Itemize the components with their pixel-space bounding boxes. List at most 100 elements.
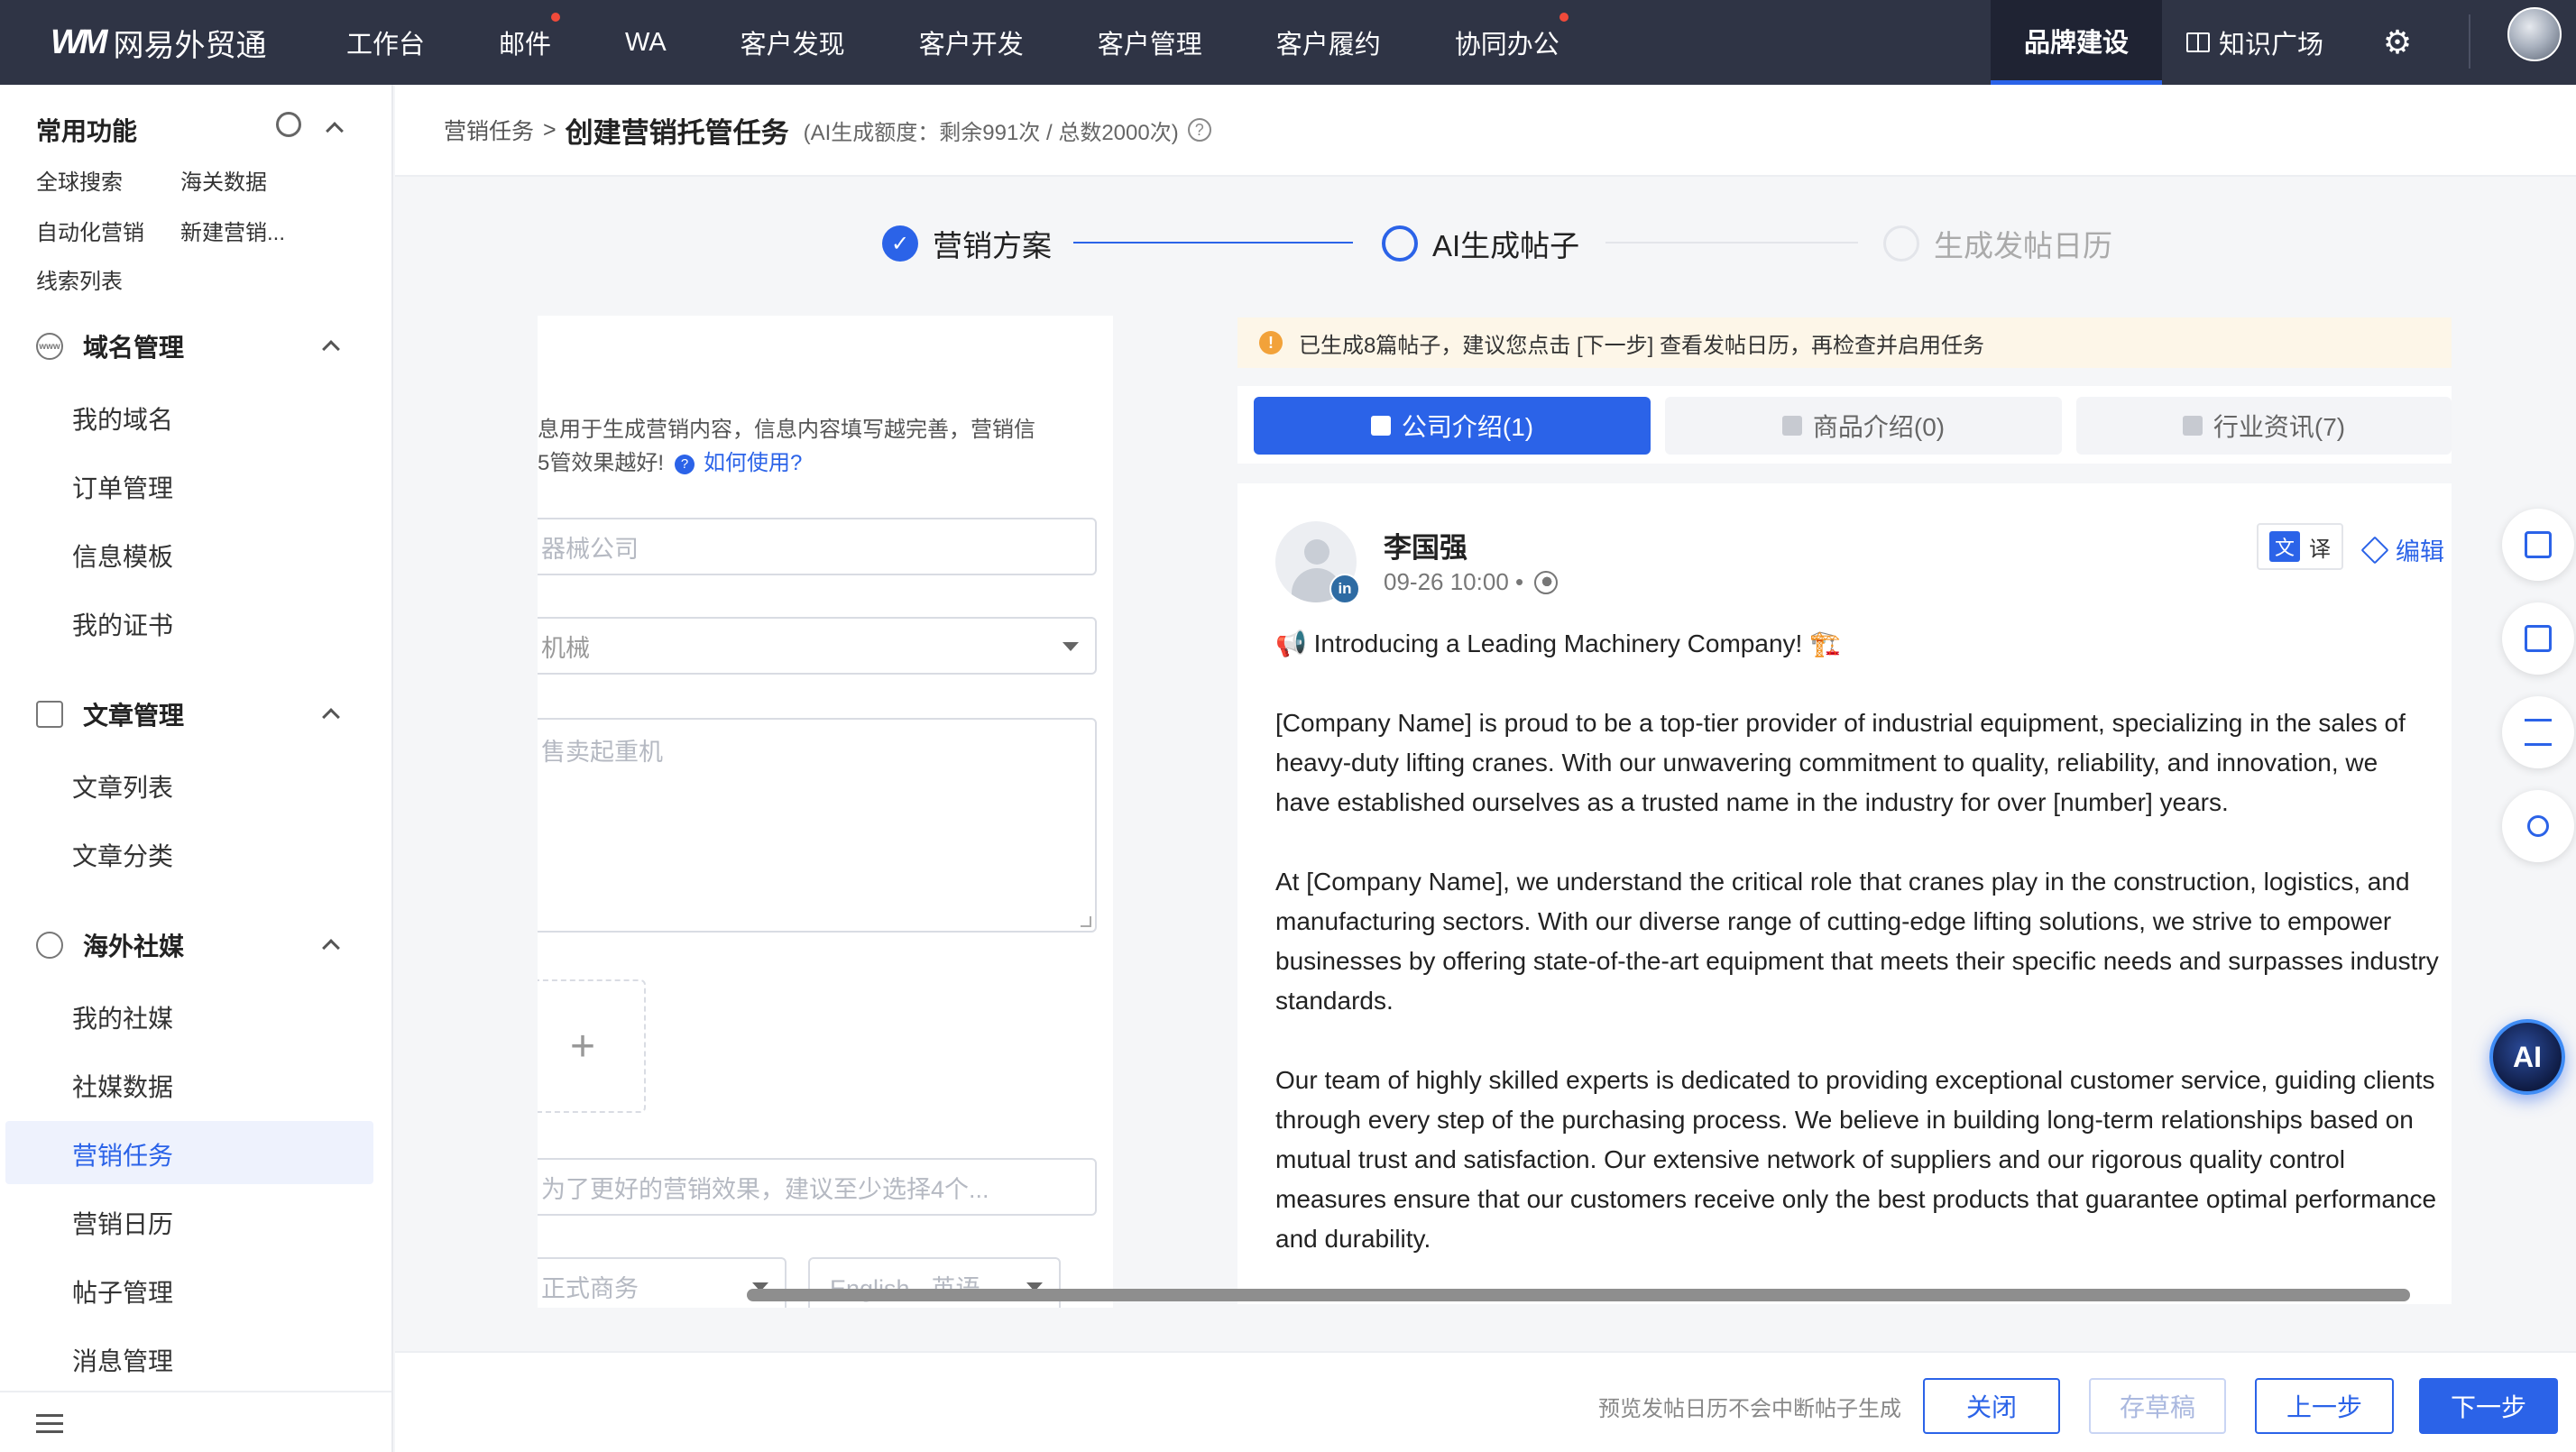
post-card: in 李国强 09-26 10:00 • 文 译 编辑 📢 Introducin… bbox=[1237, 483, 2452, 1304]
tab-label: 商品介绍(0) bbox=[1812, 413, 1946, 441]
question-icon: ? bbox=[675, 454, 695, 474]
nav-item-customer-management[interactable]: 客户管理 bbox=[1098, 0, 1202, 85]
nav-label: 客户开发 bbox=[918, 31, 1024, 60]
nav-knowledge-plaza[interactable]: 知识广场 bbox=[2186, 0, 2323, 85]
chevron-down-icon bbox=[1063, 642, 1079, 651]
nav-item-collaboration[interactable]: 协同办公 bbox=[1454, 0, 1569, 85]
breadcrumb-separator: > bbox=[543, 116, 557, 142]
tab-product-intro[interactable]: 商品介绍(0) bbox=[1665, 397, 2062, 455]
post-paragraph: Our team of highly skilled experts is de… bbox=[1275, 1066, 2437, 1253]
horizontal-scrollbar[interactable] bbox=[747, 1289, 2410, 1301]
sidebar-item-article-categories[interactable]: 文章分类 bbox=[72, 837, 173, 873]
save-draft-button[interactable]: 存草稿 bbox=[2089, 1378, 2226, 1434]
sidebar-item-message-management[interactable]: 消息管理 bbox=[72, 1342, 173, 1378]
chevron-up-icon[interactable] bbox=[326, 122, 344, 140]
sidebar-item-marketing-calendar[interactable]: 营销日历 bbox=[72, 1205, 173, 1241]
settings-icon[interactable] bbox=[276, 112, 301, 137]
industry-value: 机械 bbox=[541, 634, 590, 662]
nav-label: 客户发现 bbox=[740, 31, 845, 60]
plus-icon: + bbox=[569, 1022, 596, 1071]
step-connector bbox=[1605, 242, 1858, 244]
quick-link-new-marketing[interactable]: 新建营销... bbox=[180, 215, 285, 246]
sidebar-item-social-data[interactable]: 社媒数据 bbox=[72, 1068, 173, 1104]
resize-handle-icon[interactable] bbox=[1081, 916, 1091, 927]
nav-item-mail[interactable]: 邮件 bbox=[499, 0, 561, 85]
chevron-up-icon[interactable] bbox=[322, 708, 340, 726]
sidebar-item-article-list[interactable]: 文章列表 bbox=[72, 768, 173, 804]
sidebar-item-certificates[interactable]: 我的证书 bbox=[72, 606, 173, 642]
common-functions-title: 常用功能 bbox=[36, 112, 137, 148]
gear-icon[interactable]: ⚙ bbox=[2381, 20, 2414, 65]
nav-tab-brand-building[interactable]: 品牌建设 bbox=[1991, 0, 2162, 85]
edit-button[interactable]: 编辑 bbox=[2360, 532, 2444, 567]
upload-button[interactable]: + bbox=[538, 979, 646, 1113]
ai-quota: (AI生成额度：剩余991次 / 总数2000次) bbox=[803, 120, 1179, 145]
company-name-input[interactable]: 器械公司 bbox=[538, 518, 1097, 575]
avatar-head bbox=[1304, 539, 1329, 565]
article-icon bbox=[36, 701, 63, 728]
section-title: 域名管理 bbox=[83, 334, 185, 362]
help-icon[interactable]: ? bbox=[1187, 118, 1211, 142]
previous-step-button[interactable]: 上一步 bbox=[2255, 1378, 2394, 1434]
logo[interactable]: WM 网易外贸通 bbox=[51, 0, 321, 85]
list-tool-button[interactable] bbox=[2502, 696, 2574, 768]
tab-industry-news[interactable]: 行业资讯(7) bbox=[2076, 397, 2452, 455]
translate-button[interactable]: 文 译 bbox=[2257, 523, 2343, 570]
sidebar-item-post-management[interactable]: 帖子管理 bbox=[72, 1273, 173, 1310]
book-tool-button[interactable] bbox=[2502, 602, 2574, 675]
nav-label: 协同办公 bbox=[1454, 31, 1559, 60]
nav-item-customer-discovery[interactable]: 客户发现 bbox=[741, 0, 845, 85]
breadcrumb-parent[interactable]: 营销任务 bbox=[444, 114, 534, 146]
user-tool-button[interactable] bbox=[2502, 790, 2574, 862]
logo-mark: WM bbox=[51, 23, 108, 61]
nav-item-customer-fulfillment[interactable]: 客户履约 bbox=[1276, 0, 1381, 85]
sidebar-item-marketing-tasks[interactable]: 营销任务 bbox=[72, 1136, 173, 1172]
close-button[interactable]: 关闭 bbox=[1923, 1378, 2060, 1434]
form-hint-line1: 息用于生成营销内容，信息内容填写越完善，营销信 bbox=[538, 418, 1035, 442]
post-paragraph: 📢 Introducing a Leading Machinery Compan… bbox=[1275, 630, 1841, 657]
ai-assistant-button[interactable]: AI bbox=[2489, 1019, 2565, 1095]
form-hint: 息用于生成营销内容，信息内容填写越完善，营销信 5管效果越好!? 如何使用? bbox=[538, 413, 1079, 480]
avatar[interactable] bbox=[2507, 7, 2562, 61]
nav-item-customer-development[interactable]: 客户开发 bbox=[919, 0, 1024, 85]
step-connector bbox=[1073, 242, 1353, 244]
list-icon bbox=[2525, 719, 2552, 746]
sidebar-item-my-social[interactable]: 我的社媒 bbox=[72, 999, 173, 1035]
clipboard-tool-button[interactable] bbox=[2502, 509, 2574, 581]
nav-item-wa[interactable]: WA bbox=[625, 0, 667, 85]
page-title: 创建营销托管任务 bbox=[565, 116, 789, 149]
sidebar-item-orders[interactable]: 订单管理 bbox=[72, 469, 173, 505]
box-icon bbox=[1781, 416, 1802, 436]
translate-label: 译 bbox=[2309, 537, 2331, 562]
how-to-use-link[interactable]: 如何使用? bbox=[704, 451, 802, 475]
section-domain-management[interactable]: www 域名管理 bbox=[36, 328, 184, 364]
sidebar-item-info-templates[interactable]: 信息模板 bbox=[72, 538, 173, 574]
section-overseas-social[interactable]: 海外社媒 bbox=[36, 927, 184, 963]
edit-label: 编辑 bbox=[2396, 538, 2444, 565]
industry-select[interactable]: 机械 bbox=[538, 617, 1097, 675]
sidebar: 常用功能 全球搜索 海关数据 自动化营销 新建营销... 线索列表 www 域名… bbox=[0, 85, 393, 1452]
chevron-up-icon[interactable] bbox=[322, 939, 340, 957]
keywords-select[interactable]: 为了更好的营销效果，建议至少选择4个... bbox=[538, 1158, 1097, 1216]
logo-text: 网易外贸通 bbox=[113, 28, 267, 63]
step-marketing-plan: ✓ 营销方案 bbox=[882, 222, 1052, 265]
nav-item-workbench[interactable]: 工作台 bbox=[346, 0, 425, 85]
section-article-management[interactable]: 文章管理 bbox=[36, 696, 184, 732]
chevron-up-icon[interactable] bbox=[322, 340, 340, 358]
quick-link-global-search[interactable]: 全球搜索 bbox=[36, 164, 123, 196]
quick-link-customs-data[interactable]: 海关数据 bbox=[180, 164, 267, 196]
user-icon bbox=[2527, 815, 2549, 837]
quick-link-leads-list[interactable]: 线索列表 bbox=[36, 263, 123, 295]
book-icon bbox=[2525, 625, 2552, 652]
sidebar-item-my-domains[interactable]: 我的域名 bbox=[72, 400, 173, 437]
quick-link-auto-marketing[interactable]: 自动化营销 bbox=[36, 215, 144, 246]
form-hint-line2: 5管效果越好! bbox=[538, 451, 665, 475]
step-ai-posts: AI生成帖子 bbox=[1382, 222, 1579, 265]
footer-actions: 预览发帖日历不会中断帖子生成 关闭 存草稿 上一步 下一步 bbox=[395, 1351, 2576, 1452]
clipboard-icon bbox=[2525, 531, 2552, 558]
post-category-tabs: 公司介绍(1) 商品介绍(0) 行业资讯(7) bbox=[1237, 386, 2452, 464]
tab-company-intro[interactable]: 公司介绍(1) bbox=[1254, 397, 1651, 455]
collapse-sidebar-icon[interactable] bbox=[36, 1414, 63, 1436]
next-step-button[interactable]: 下一步 bbox=[2419, 1378, 2558, 1434]
description-textarea[interactable]: 售卖起重机 bbox=[538, 718, 1097, 933]
